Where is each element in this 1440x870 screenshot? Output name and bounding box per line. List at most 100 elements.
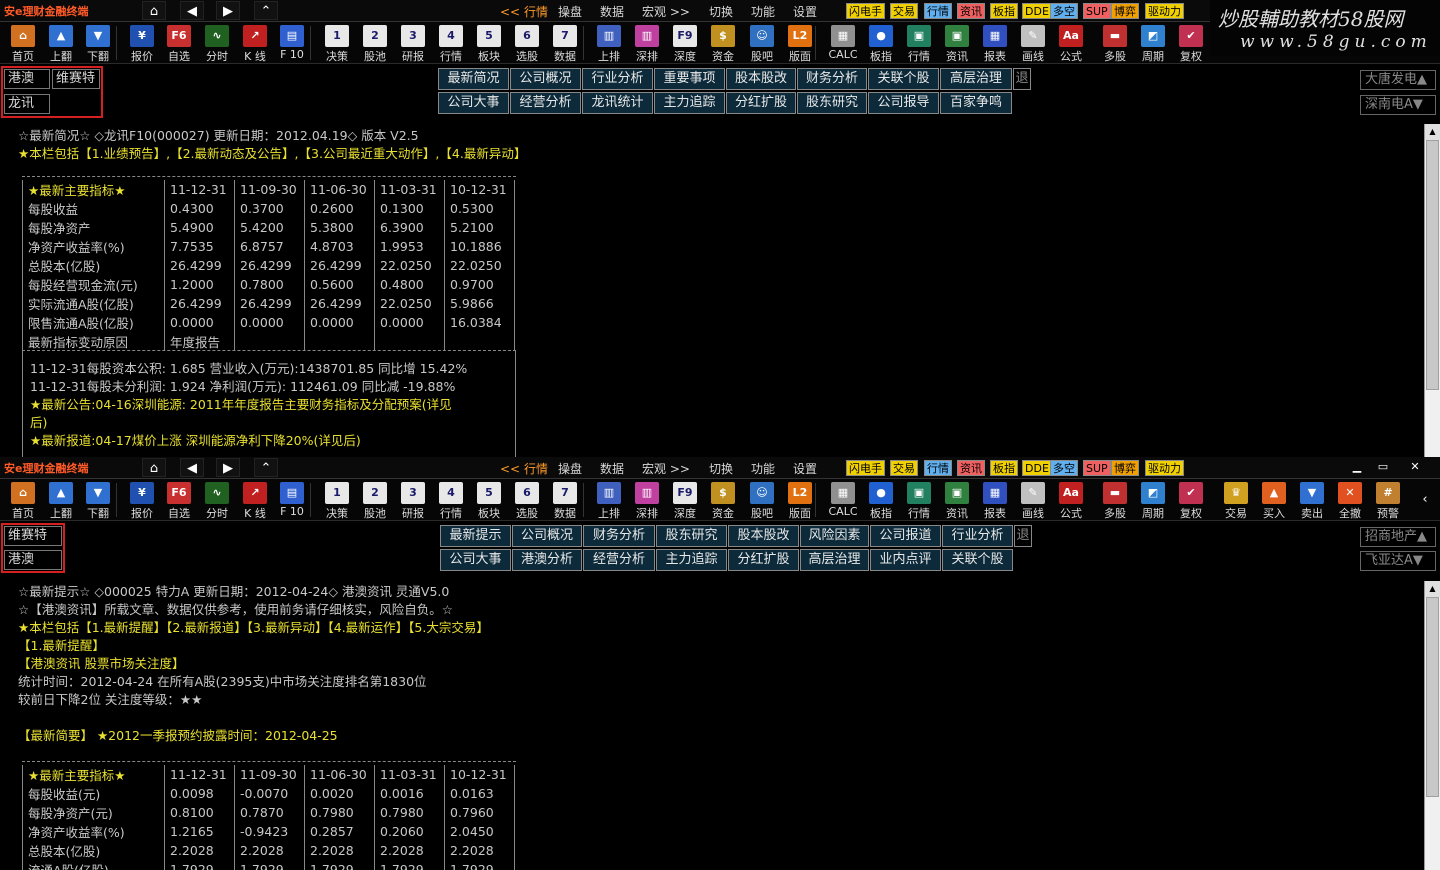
f10-tab[interactable]: 百家争鸣: [940, 92, 1012, 114]
prev-stock-button[interactable]: 大唐发电▲: [1360, 70, 1436, 90]
menu-switch[interactable]: 切换: [709, 460, 733, 477]
feature-tag[interactable]: 资讯: [957, 3, 985, 19]
feature-tag[interactable]: 多空: [1050, 460, 1078, 476]
f10-tab[interactable]: 行业分析: [942, 525, 1013, 547]
feature-tag[interactable]: 板指: [990, 460, 1018, 476]
toolbar-button[interactable]: 2 股池: [357, 22, 393, 64]
home-icon[interactable]: ⌂: [142, 1, 166, 20]
f10-tab[interactable]: 重要事项: [654, 68, 725, 90]
toolbar-button[interactable]: ▥ 深排: [629, 22, 665, 64]
f10-tab[interactable]: 公司报导: [868, 92, 939, 114]
toolbar-button[interactable]: $ 资金: [705, 479, 741, 521]
feature-tag[interactable]: 行情: [924, 460, 952, 476]
f10-tab[interactable]: 股东研究: [797, 92, 867, 114]
toolbar-button[interactable]: F6 自选: [161, 479, 197, 521]
f10-tab[interactable]: 最新提示: [440, 525, 511, 547]
feature-tag[interactable]: 闪电手: [846, 460, 885, 476]
toolbar-button[interactable]: ▬ 多股: [1097, 22, 1133, 64]
next-stock-button[interactable]: 飞亚达A▼: [1360, 551, 1436, 571]
menu-trade[interactable]: 操盘: [558, 3, 582, 20]
menu-market[interactable]: << 行情: [500, 460, 548, 477]
feature-tag[interactable]: 驱动力: [1145, 3, 1184, 19]
toolbar-button[interactable]: ● 板指: [863, 479, 899, 521]
f10-tab[interactable]: 股本股改: [728, 525, 799, 547]
toolbar-button[interactable]: ✎ 画线: [1015, 22, 1051, 64]
menu-function[interactable]: 功能: [751, 3, 775, 20]
toolbar-button[interactable]: 7 数据: [547, 479, 583, 521]
toolbar-button[interactable]: ✔ 复权: [1173, 22, 1209, 64]
source-gangao[interactable]: 港澳: [4, 550, 62, 570]
f10-tab[interactable]: 风险因素: [800, 525, 869, 547]
f10-tab[interactable]: 高层治理: [940, 68, 1012, 90]
toolbar-button[interactable]: F9 深度: [667, 22, 703, 64]
menu-function[interactable]: 功能: [751, 460, 775, 477]
toolbar-button[interactable]: ▥ 上排: [591, 479, 627, 521]
toolbar-button[interactable]: ◩ 周期: [1135, 479, 1171, 521]
toolbar-button[interactable]: ▦ CALC: [825, 479, 861, 521]
feature-tag[interactable]: 多空: [1050, 3, 1078, 19]
toolbar-button[interactable]: ▣ 行情: [901, 479, 937, 521]
toolbar-button[interactable]: 3 研报: [395, 479, 431, 521]
toolbar-button[interactable]: ♛ 交易: [1218, 479, 1254, 521]
toolbar-button[interactable]: 6 选股: [509, 22, 545, 64]
toolbar-button[interactable]: ✔ 复权: [1173, 479, 1209, 521]
close-icon[interactable]: ✕: [1404, 459, 1426, 474]
f10-tab[interactable]: 港澳分析: [512, 549, 582, 571]
minimize-icon[interactable]: ▁: [1346, 459, 1368, 474]
back-icon[interactable]: ◀: [180, 458, 204, 477]
toolbar-button[interactable]: Aa 公式: [1053, 479, 1089, 521]
toolbar-button[interactable]: ∿ 分时: [199, 22, 235, 64]
toolbar-button[interactable]: ▦ CALC: [825, 22, 861, 64]
feature-tag[interactable]: DDE: [1022, 460, 1052, 476]
f10-tab[interactable]: 财务分析: [583, 525, 655, 547]
f10-tab[interactable]: 公司报道: [870, 525, 941, 547]
feature-tag[interactable]: 行情: [924, 3, 952, 19]
toolbar-button[interactable]: ▼ 卖出: [1294, 479, 1330, 521]
toolbar-button[interactable]: 7 数据: [547, 22, 583, 64]
f10-tab[interactable]: 经营分析: [583, 549, 655, 571]
toolbar-button[interactable]: L2 版面: [782, 22, 818, 64]
f10-tab[interactable]: 公司概况: [512, 525, 582, 547]
feature-tag[interactable]: 博弈: [1111, 460, 1139, 476]
feature-tag[interactable]: SUP: [1083, 3, 1111, 19]
menu-settings[interactable]: 设置: [793, 3, 817, 20]
toolbar-button[interactable]: ▣ 资讯: [939, 22, 975, 64]
toolbar-button[interactable]: 1 决策: [319, 22, 355, 64]
toolbar-button[interactable]: # 预警: [1370, 479, 1406, 521]
toolbar-button[interactable]: ▣ 资讯: [939, 479, 975, 521]
source-weisaite[interactable]: 维赛特: [52, 69, 100, 89]
menu-switch[interactable]: 切换: [709, 3, 733, 20]
chevron-left-icon[interactable]: ‹: [1414, 479, 1436, 521]
toolbar-button[interactable]: L2 版面: [782, 479, 818, 521]
toolbar-button[interactable]: 3 研报: [395, 22, 431, 64]
menu-data[interactable]: 数据: [600, 460, 624, 477]
collapse-icon[interactable]: ⌃: [254, 458, 278, 477]
toolbar-button[interactable]: ▤ F 10: [274, 22, 310, 64]
menu-market[interactable]: << 行情: [500, 3, 548, 20]
f10-tab[interactable]: 公司大事: [438, 92, 509, 114]
f10-tab[interactable]: 财务分析: [797, 68, 867, 90]
f10-tab[interactable]: 关联个股: [942, 549, 1013, 571]
exit-button[interactable]: 退: [1014, 525, 1032, 547]
exit-button[interactable]: 退: [1013, 68, 1031, 90]
f10-tab[interactable]: 主力追踪: [656, 549, 727, 571]
f10-tab[interactable]: 公司大事: [440, 549, 511, 571]
f10-tab[interactable]: 经营分析: [510, 92, 581, 114]
feature-tag[interactable]: 交易: [890, 3, 918, 19]
feature-tag[interactable]: 资讯: [957, 460, 985, 476]
f10-tab[interactable]: 公司概况: [510, 68, 581, 90]
f10-tab[interactable]: 高层治理: [800, 549, 869, 571]
forward-icon[interactable]: ▶: [216, 458, 240, 477]
feature-tag[interactable]: 板指: [990, 3, 1018, 19]
toolbar-button[interactable]: ▲ 买入: [1256, 479, 1292, 521]
feature-tag[interactable]: 闪电手: [846, 3, 885, 19]
toolbar-button[interactable]: ⌂ 首页: [5, 22, 41, 64]
prev-stock-button[interactable]: 招商地产▲: [1360, 527, 1436, 547]
toolbar-button[interactable]: ⌂ 首页: [5, 479, 41, 521]
toolbar-button[interactable]: ¥ 报价: [124, 22, 160, 64]
toolbar-button[interactable]: ▼ 下翻: [80, 22, 116, 64]
toolbar-button[interactable]: ▼ 下翻: [80, 479, 116, 521]
f10-tab[interactable]: 主力追踪: [654, 92, 725, 114]
feature-tag[interactable]: 博弈: [1111, 3, 1139, 19]
toolbar-button[interactable]: 4 行情: [433, 479, 469, 521]
